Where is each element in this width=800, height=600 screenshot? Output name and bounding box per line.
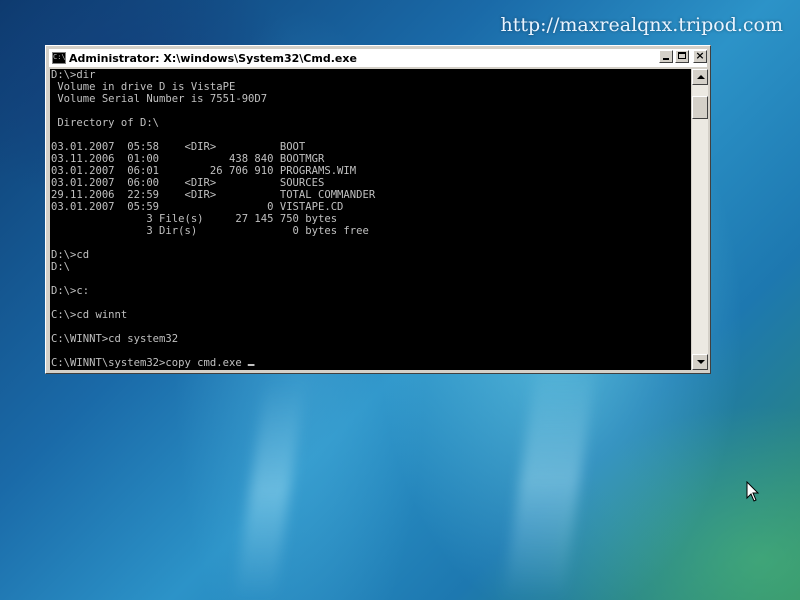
console-line: Directory of D:\: [57, 116, 160, 129]
mouse-pointer-icon: [746, 481, 760, 502]
window-title: Administrator: X:\windows\System32\Cmd.e…: [69, 51, 357, 65]
wallpaper-streak: [234, 380, 306, 600]
minimize-button[interactable]: [659, 50, 673, 63]
console-output[interactable]: D:\>dir Volume in drive D is VistaPE Vol…: [50, 69, 691, 370]
console-line: C:\WINNT>cd system32: [50, 332, 179, 345]
console-line: D:\>c:: [50, 284, 90, 297]
maximize-icon: [678, 52, 686, 59]
console-text: D:\>dir Volume in drive D is VistaPE Vol…: [50, 69, 665, 369]
console-line: C:\>cd winnt: [50, 308, 128, 321]
console-line: Volume Serial Number is 7551-90D7: [57, 92, 268, 105]
arrow-down-icon: [697, 360, 705, 364]
wallpaper-streak: [503, 360, 597, 600]
minimize-icon: [663, 58, 669, 60]
console-line: D:\: [50, 260, 71, 273]
console-history: D:\>dir Volume in drive D is VistaPE Vol…: [51, 69, 375, 345]
watermark-text: http://maxrealqnx.tripod.com: [500, 14, 783, 36]
maximize-button[interactable]: [675, 50, 689, 63]
window-controls: ×: [659, 49, 707, 63]
command-prompt[interactable]: C:\WINNT\system32>copy cmd.exe: [51, 356, 248, 369]
title-bar[interactable]: C:\ Administrator: X:\windows\System32\C…: [49, 49, 707, 67]
cmd-window[interactable]: C:\ Administrator: X:\windows\System32\C…: [45, 45, 711, 374]
console-line: 3 Dir(s) 0 bytes free: [146, 224, 369, 237]
vertical-scrollbar[interactable]: [692, 69, 708, 370]
close-button[interactable]: ×: [693, 49, 707, 63]
scroll-up-button[interactable]: [692, 69, 708, 85]
arrow-up-icon: [697, 75, 705, 79]
close-icon: ×: [695, 49, 705, 62]
text-cursor: [248, 364, 255, 366]
cmd-icon[interactable]: C:\: [52, 52, 66, 64]
scroll-down-button[interactable]: [692, 354, 708, 370]
scroll-thumb[interactable]: [692, 96, 708, 119]
